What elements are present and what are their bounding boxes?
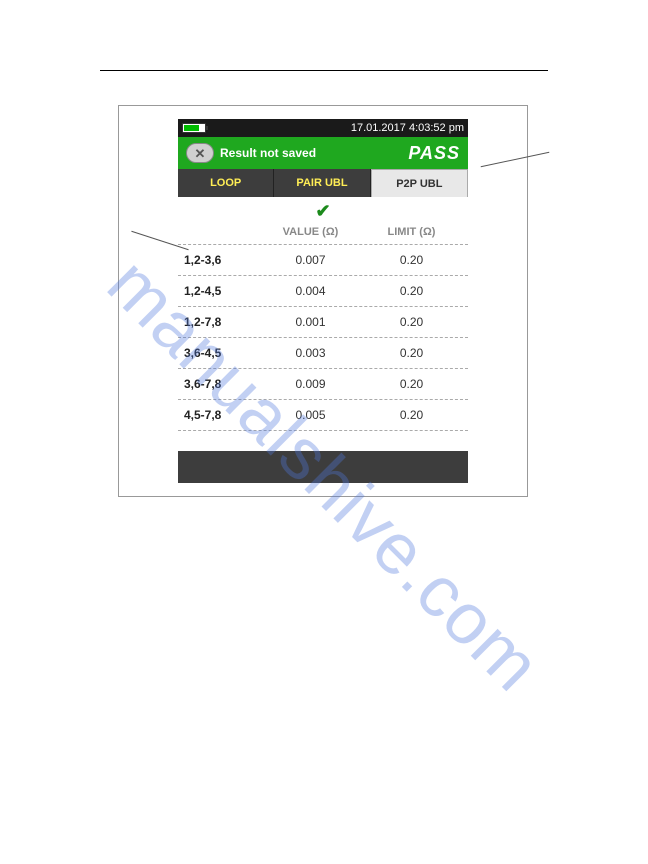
results-table: ✔ VALUE (Ω) LIMIT (Ω) 1,2-3,6 0.007 0.20…	[178, 197, 468, 451]
tab-pair-ubl[interactable]: PAIR UBL	[274, 169, 370, 197]
table-row: 1,2-3,6 0.007 0.20	[178, 245, 468, 276]
tab-p2p-ubl[interactable]: P2P UBL	[371, 169, 468, 197]
value-cell: 0.001	[260, 315, 361, 329]
limit-cell: 0.20	[361, 377, 462, 391]
device-screen: 17.01.2017 4:03:52 pm ✕ Result not saved…	[178, 119, 468, 483]
pair-label: 3,6-7,8	[184, 377, 260, 391]
table-row: 4,5-7,8 0.005 0.20	[178, 400, 468, 431]
col-value: VALUE (Ω)	[260, 226, 361, 238]
table-row: 1,2-4,5 0.004 0.20	[178, 276, 468, 307]
limit-cell: 0.20	[361, 284, 462, 298]
limit-cell: 0.20	[361, 408, 462, 422]
saved-status: Result not saved	[220, 146, 402, 160]
pass-fail-result: PASS	[408, 143, 460, 164]
value-cell: 0.007	[260, 253, 361, 267]
table-header: VALUE (Ω) LIMIT (Ω)	[178, 224, 468, 245]
pair-label: 1,2-3,6	[184, 253, 260, 267]
value-cell: 0.003	[260, 346, 361, 360]
table-row: 1,2-7,8 0.001 0.20	[178, 307, 468, 338]
pair-label: 1,2-4,5	[184, 284, 260, 298]
tabs: LOOP PAIR UBL P2P UBL	[178, 169, 468, 197]
close-button[interactable]: ✕	[186, 143, 214, 163]
tab-loop[interactable]: LOOP	[178, 169, 274, 197]
limit-cell: 0.20	[361, 315, 462, 329]
close-icon: ✕	[195, 147, 206, 160]
result-header: ✕ Result not saved PASS	[178, 137, 468, 169]
limit-cell: 0.20	[361, 346, 462, 360]
screenshot-frame: 17.01.2017 4:03:52 pm ✕ Result not saved…	[118, 105, 528, 497]
checkmark-icon: ✔	[315, 201, 330, 221]
bottom-bar	[178, 451, 468, 483]
pair-label: 3,6-4,5	[184, 346, 260, 360]
table-row: 3,6-4,5 0.003 0.20	[178, 338, 468, 369]
pair-label: 4,5-7,8	[184, 408, 260, 422]
pair-label: 1,2-7,8	[184, 315, 260, 329]
value-cell: 0.005	[260, 408, 361, 422]
col-limit: LIMIT (Ω)	[361, 226, 462, 238]
status-bar: 17.01.2017 4:03:52 pm	[178, 119, 468, 137]
value-cell: 0.004	[260, 284, 361, 298]
check-row: ✔	[178, 197, 468, 224]
limit-cell: 0.20	[361, 253, 462, 267]
value-cell: 0.009	[260, 377, 361, 391]
battery-icon	[182, 123, 206, 133]
horizontal-rule	[100, 70, 548, 71]
datetime-text: 17.01.2017 4:03:52 pm	[351, 122, 464, 134]
table-row: 3,6-7,8 0.009 0.20	[178, 369, 468, 400]
